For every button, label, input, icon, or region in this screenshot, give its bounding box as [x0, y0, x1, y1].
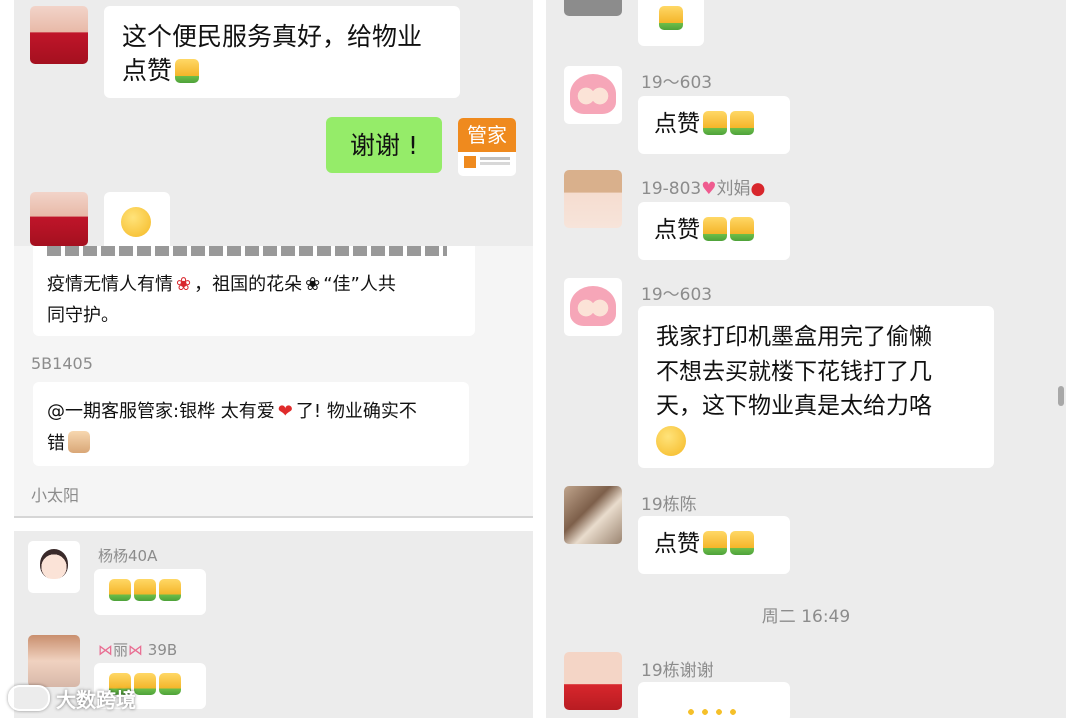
message-text-line: 天，这下物业真是太给力咯 [656, 393, 932, 419]
rose-icon: ❀ [176, 274, 192, 295]
message-text-line: ，祖国的花朵 [194, 274, 303, 295]
logo-icon [464, 156, 476, 168]
avatar[interactable] [564, 66, 622, 124]
cartoon-girl-icon [40, 549, 68, 579]
message-bubble[interactable]: 这个便民服务真好，给物业 点赞 [104, 6, 460, 98]
apple-icon: ● [750, 179, 766, 199]
watermark-logo-icon [8, 685, 50, 711]
my-message-bubble[interactable]: 谢谢 ! [326, 117, 442, 173]
cropped-text [47, 246, 447, 256]
chat-panel-left-middle: 疫情无情人有情 ❀ ，祖国的花朵 ❀ “佳”人共 同守护。 5B1405 @一期客服管家… [14, 246, 533, 518]
message-text-line: 疫情无情人有情 [47, 274, 173, 295]
avatar[interactable] [28, 635, 80, 687]
watermark-text: 大数跨境 [56, 688, 136, 712]
thumbs-up-icon [703, 111, 727, 135]
message-bubble[interactable] [638, 0, 704, 46]
message-bubble[interactable] [104, 192, 170, 246]
avatar[interactable] [564, 170, 622, 228]
manager-avatar[interactable]: 管家 [458, 118, 516, 176]
thumbs-up-icon [175, 58, 200, 83]
thumbs-up-icon [68, 430, 90, 453]
message-bubble[interactable]: 点赞 [638, 516, 790, 574]
thumbs-up-icon [659, 6, 683, 30]
message-bubble[interactable]: 点赞 [638, 202, 790, 260]
thumbs-up-icon [730, 111, 754, 135]
thumbs-up-icon [134, 579, 156, 601]
avatar[interactable] [564, 486, 622, 544]
thumbs-up-icon [730, 531, 754, 555]
thumbs-up-icon [703, 217, 727, 241]
message-bubble[interactable] [94, 569, 206, 615]
message-bubble[interactable] [638, 682, 790, 718]
message-text-line: “佳”人共 [323, 274, 396, 295]
smile-emoji-icon [121, 207, 151, 237]
avatar[interactable] [30, 192, 88, 246]
bow-icon: ⋈ [128, 641, 144, 659]
message-text: 点赞 [654, 217, 700, 243]
mention-text: @一期客服管家:银桦 太有爱 [47, 401, 275, 422]
avatar[interactable] [564, 278, 622, 336]
thumbs-up-icon [730, 217, 754, 241]
grin-emoji-icon [656, 426, 686, 456]
chat-panel-right: 19～603 点赞 19-803♥刘娟● 点赞 19～603 我家打印机墨盒用完… [546, 0, 1066, 718]
thumbs-up-icon [134, 673, 156, 695]
sender-name: 19～603 [641, 285, 713, 305]
divider [14, 516, 533, 518]
avatar[interactable] [28, 541, 80, 593]
message-text-line: 这个便民服务真好，给物业 [122, 22, 423, 51]
avatar[interactable] [564, 0, 622, 16]
manager-badge: 管家 [458, 118, 516, 152]
message-text-line: 点赞 [122, 55, 173, 85]
watermark: 大数跨境 [8, 684, 136, 714]
sender-name: 小太阳 [31, 486, 80, 505]
message-text: 谢谢 ! [350, 131, 418, 160]
message-bubble[interactable]: 我家打印机墨盒用完了偷懒 不想去买就楼下花钱打了几 天，这下物业真是太给力咯 [638, 306, 994, 468]
message-text-line: 错 [47, 432, 65, 454]
message-text: 点赞 [654, 531, 700, 557]
sender-name: ⋈丽⋈ 39B [98, 641, 178, 659]
sender-name: 19～603 [641, 73, 713, 93]
scrollbar-thumb[interactable] [1058, 386, 1064, 406]
flower-icon: ❀ [305, 274, 321, 295]
sender-name: 19栋陈 [641, 495, 697, 515]
message-bubble[interactable]: 疫情无情人有情 ❀ ，祖国的花朵 ❀ “佳”人共 同守护。 [33, 246, 475, 336]
message-text-line: 我家打印机墨盒用完了偷懒 [656, 324, 932, 350]
cropped-emoji [684, 708, 744, 716]
message-bubble[interactable]: @一期客服管家:银桦 太有爱 ❤ 了! 物业确实不 错 [33, 382, 469, 466]
couple-cartoon-icon [570, 286, 616, 326]
thumbs-up-icon [159, 579, 181, 601]
message-text-line: 不想去买就楼下花钱打了几 [656, 358, 932, 385]
message-text-line: 同守护。 [47, 304, 119, 326]
chat-panel-left-top: 这个便民服务真好，给物业 点赞 谢谢 ! 管家 [14, 0, 533, 246]
sender-name: 5B1405 [31, 354, 93, 373]
bow-icon: ⋈ [98, 641, 113, 659]
avatar[interactable] [564, 652, 622, 710]
timestamp: 周二 16:49 [761, 607, 851, 627]
message-text-line: 了! 物业确实不 [295, 401, 417, 422]
heart-icon: ❤ [277, 401, 293, 422]
sender-name: 杨杨40A [98, 547, 158, 565]
couple-cartoon-icon [570, 74, 616, 114]
logo-text-lines [480, 157, 510, 160]
thumbs-up-icon [159, 673, 181, 695]
avatar[interactable] [30, 6, 88, 64]
sender-name: 19-803♥刘娟● [641, 179, 766, 199]
sender-name: 19栋谢谢 [641, 661, 714, 681]
thumbs-up-icon [109, 579, 131, 601]
thumbs-up-icon [703, 531, 727, 555]
heart-gift-icon: ♥ [701, 179, 717, 199]
message-text: 点赞 [654, 111, 700, 137]
message-bubble[interactable]: 点赞 [638, 96, 790, 154]
